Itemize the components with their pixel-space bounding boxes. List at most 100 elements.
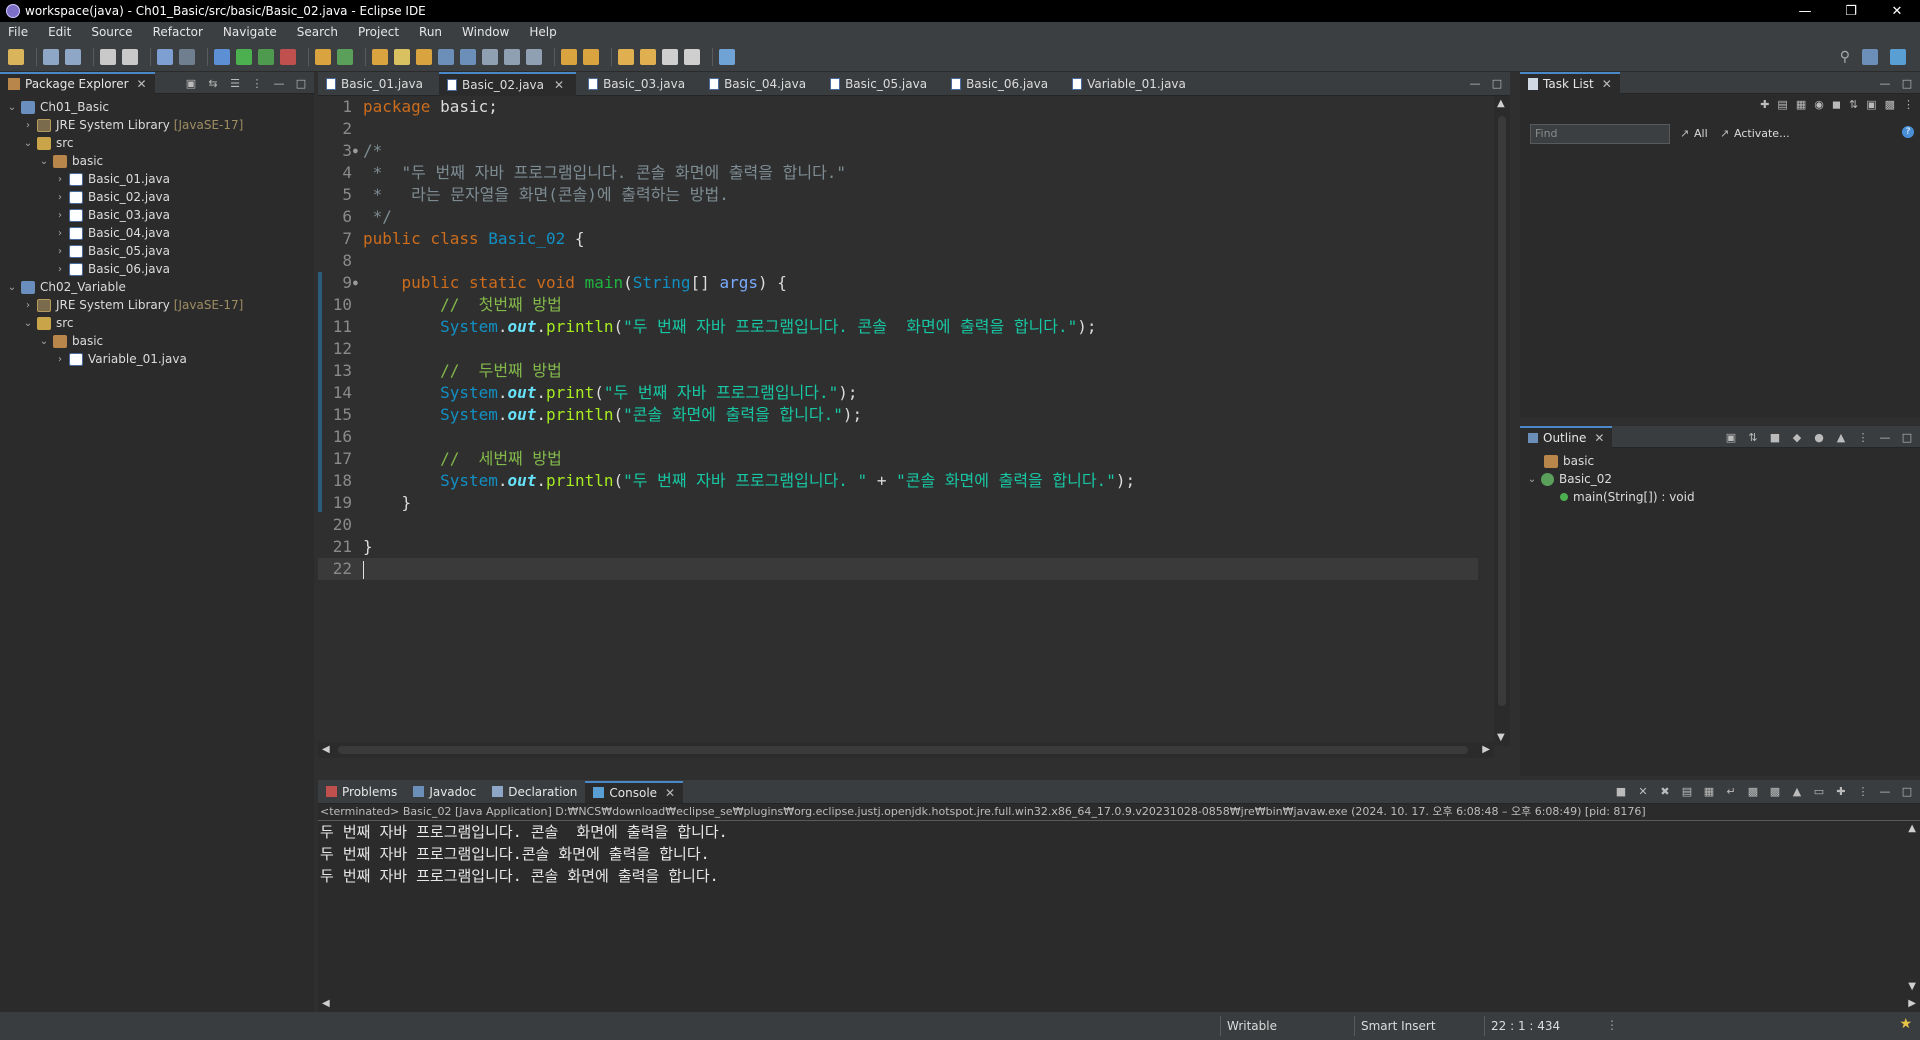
toggle-mark-icon[interactable] <box>438 48 454 65</box>
tree-item[interactable]: › JRE System Library [JavaSE-17] <box>0 296 314 314</box>
expand-all-icon[interactable]: ▩ <box>1885 98 1895 111</box>
pin-editor-icon[interactable] <box>719 48 735 65</box>
chevron-down-icon[interactable]: ⌄ <box>38 156 50 167</box>
scroll-right-icon[interactable]: ▶ <box>1908 998 1916 1009</box>
minimize-icon[interactable]: — <box>1468 77 1482 90</box>
chevron-right-icon[interactable]: › <box>22 120 34 131</box>
next-annotation-icon[interactable] <box>561 48 577 65</box>
show-stdout-icon[interactable]: ▩ <box>1746 785 1760 798</box>
minimize-icon[interactable]: — <box>1878 77 1892 90</box>
skip-breakpoints-icon[interactable] <box>179 48 195 65</box>
minimize-icon[interactable]: — <box>272 77 286 90</box>
editor-tab[interactable]: Basic_05.java <box>822 72 939 96</box>
outline-item[interactable]: basic <box>1520 452 1920 470</box>
hide-local-types-icon[interactable]: ▲ <box>1834 431 1848 444</box>
status-cursor-position[interactable]: 22 : 1 : 434 <box>1484 1016 1594 1036</box>
status-insert-mode[interactable]: Smart Insert <box>1354 1016 1484 1036</box>
open-console-icon[interactable]: ✚ <box>1834 785 1848 798</box>
menu-refactor[interactable]: Refactor <box>153 25 203 39</box>
scroll-up-icon[interactable]: ▲ <box>1908 823 1916 834</box>
restore-icon[interactable]: ❐ <box>1828 0 1874 22</box>
scroll-lock-icon[interactable]: ▦ <box>1702 785 1716 798</box>
tree-item[interactable]: ⌄ basic <box>0 152 314 170</box>
show-stderr-icon[interactable]: ▩ <box>1768 785 1782 798</box>
close-icon[interactable]: ✕ <box>1594 431 1604 445</box>
menu-file[interactable]: File <box>8 25 28 39</box>
tab-console[interactable]: Console ✕ <box>585 780 684 803</box>
editor-tab[interactable]: Basic_04.java <box>701 72 818 96</box>
show-whitespace-icon[interactable] <box>526 48 542 65</box>
forward-edit-icon[interactable] <box>640 48 656 65</box>
view-menu-icon[interactable]: ⋮ <box>250 77 264 90</box>
tree-item[interactable]: ⌄ Ch01_Basic <box>0 98 314 116</box>
tree-item[interactable]: › Basic_02.java <box>0 188 314 206</box>
scroll-down-icon[interactable]: ▼ <box>1908 981 1916 992</box>
debug-icon[interactable] <box>214 48 230 65</box>
search-tool-icon[interactable] <box>394 48 410 65</box>
editor-tab[interactable]: Basic_01.java <box>318 72 435 96</box>
word-wrap-icon[interactable] <box>482 48 498 65</box>
search-icon[interactable]: ⚲ <box>1840 49 1850 65</box>
tip-icon[interactable]: ★ <box>1899 1016 1912 1032</box>
external-tools-icon[interactable] <box>280 48 296 65</box>
tab-package-explorer[interactable]: Package Explorer ✕ <box>0 71 155 94</box>
scroll-down-icon[interactable]: ▼ <box>1497 732 1505 743</box>
minimize-icon[interactable]: — <box>1878 785 1892 798</box>
view-menu-icon[interactable]: ⋮ <box>1856 431 1870 444</box>
last-edit-icon[interactable] <box>618 48 634 65</box>
terminate-icon[interactable]: ■ <box>1614 785 1628 798</box>
scroll-right-icon[interactable]: ▶ <box>1482 744 1490 755</box>
chevron-down-icon[interactable]: ⌄ <box>6 282 18 293</box>
toggle-breadcrumb-icon[interactable] <box>460 48 476 65</box>
collapse-all-icon[interactable]: ▣ <box>1724 431 1738 444</box>
prev-annotation-icon[interactable] <box>583 48 599 65</box>
editor-vertical-scrollbar[interactable]: ▲ ▼ <box>1494 96 1510 746</box>
save-icon[interactable] <box>43 48 59 65</box>
tree-item[interactable]: ⌄ basic <box>0 332 314 350</box>
hide-nonpublic-icon[interactable]: ● <box>1812 431 1826 444</box>
close-icon[interactable]: ✕ <box>554 78 564 92</box>
menu-navigate[interactable]: Navigate <box>223 25 277 39</box>
chevron-down-icon[interactable]: ⌄ <box>1526 474 1538 485</box>
chevron-right-icon[interactable]: › <box>54 192 66 203</box>
pin-console-icon[interactable]: ▲ <box>1790 785 1804 798</box>
filter-icon[interactable]: ☰ <box>228 77 242 90</box>
chevron-down-icon[interactable]: ⌄ <box>6 102 18 113</box>
menu-help[interactable]: Help <box>529 25 556 39</box>
editor-tab[interactable]: Variable_01.java <box>1064 72 1198 96</box>
tree-item[interactable]: › Variable_01.java <box>0 350 314 368</box>
console-output[interactable]: 두 번째 자바 프로그램입니다. 콘솔 화면에 출력을 합니다. 두 번째 자바 … <box>318 820 1920 996</box>
chevron-right-icon[interactable]: › <box>54 174 66 185</box>
tab-outline[interactable]: Outline ✕ <box>1520 425 1613 448</box>
close-icon[interactable]: ✕ <box>665 786 675 800</box>
tree-item[interactable]: › Basic_05.java <box>0 242 314 260</box>
chevron-right-icon[interactable]: › <box>54 210 66 221</box>
new-task-icon[interactable]: ✚ <box>1760 98 1769 111</box>
tree-item[interactable]: › Basic_01.java <box>0 170 314 188</box>
close-icon[interactable]: ✕ <box>1602 77 1612 91</box>
editor-tab[interactable]: Basic_06.java <box>943 72 1060 96</box>
chevron-down-icon[interactable]: ⌄ <box>38 336 50 347</box>
help-icon[interactable]: ? <box>1902 126 1914 138</box>
fold-marker-icon[interactable]: ● <box>353 140 358 162</box>
chevron-down-icon[interactable]: ⌄ <box>22 138 34 149</box>
new-java-project-icon[interactable] <box>315 48 331 65</box>
java-perspective-icon[interactable] <box>1890 48 1906 65</box>
minimize-icon[interactable]: — <box>1878 431 1892 444</box>
code-editor[interactable]: 1 package basic; 2 3 ●/* 4 * "두 번째 자바 프로그램입니다… <box>318 96 1510 758</box>
open-perspective-icon[interactable] <box>1862 48 1878 65</box>
tree-item[interactable]: › JRE System Library [JavaSE-17] <box>0 116 314 134</box>
sync-icon[interactable]: ⇅ <box>1849 98 1858 111</box>
hide-completed-icon[interactable]: ◼ <box>1832 98 1841 111</box>
scroll-thumb[interactable] <box>338 746 1468 754</box>
back-icon[interactable] <box>662 48 678 65</box>
collapse-all-icon[interactable]: ▣ <box>1866 98 1876 111</box>
tab-declaration[interactable]: Declaration <box>484 781 585 803</box>
task-all-link[interactable]: All <box>1694 127 1708 140</box>
maximize-icon[interactable]: □ <box>1490 77 1504 90</box>
link-editor-icon[interactable]: ⇆ <box>206 77 220 90</box>
maximize-icon[interactable]: □ <box>1900 77 1914 90</box>
tree-item[interactable]: ⌄ src <box>0 314 314 332</box>
tree-item[interactable]: › Basic_04.java <box>0 224 314 242</box>
open-task-icon[interactable] <box>416 48 432 65</box>
